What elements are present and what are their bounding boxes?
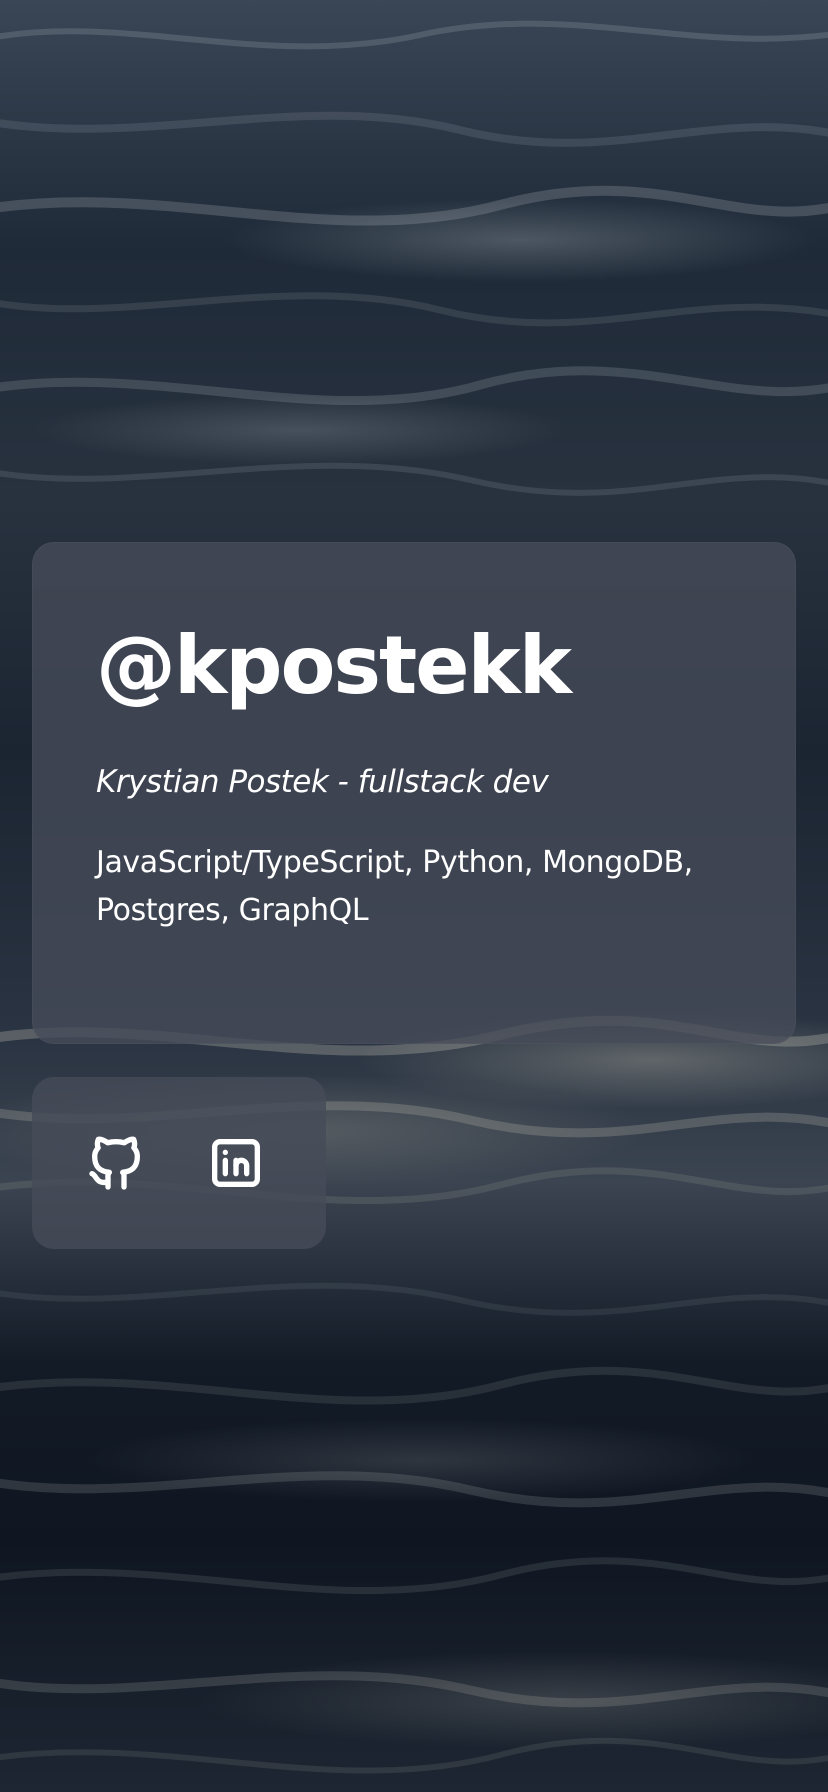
social-links — [32, 1077, 326, 1249]
profile-handle: @kpostekk — [96, 619, 572, 712]
linkedin-link[interactable] — [204, 1131, 268, 1195]
linkedin-icon — [212, 1139, 260, 1187]
profile-card: @kpostekk Krystian Postek - fullstack de… — [32, 542, 796, 1044]
github-link[interactable] — [84, 1131, 148, 1195]
github-icon — [89, 1136, 140, 1190]
profile-skills: JavaScript/TypeScript, Python, MongoDB, … — [96, 845, 693, 929]
profile-subtitle: Krystian Postek - fullstack dev — [96, 764, 549, 800]
